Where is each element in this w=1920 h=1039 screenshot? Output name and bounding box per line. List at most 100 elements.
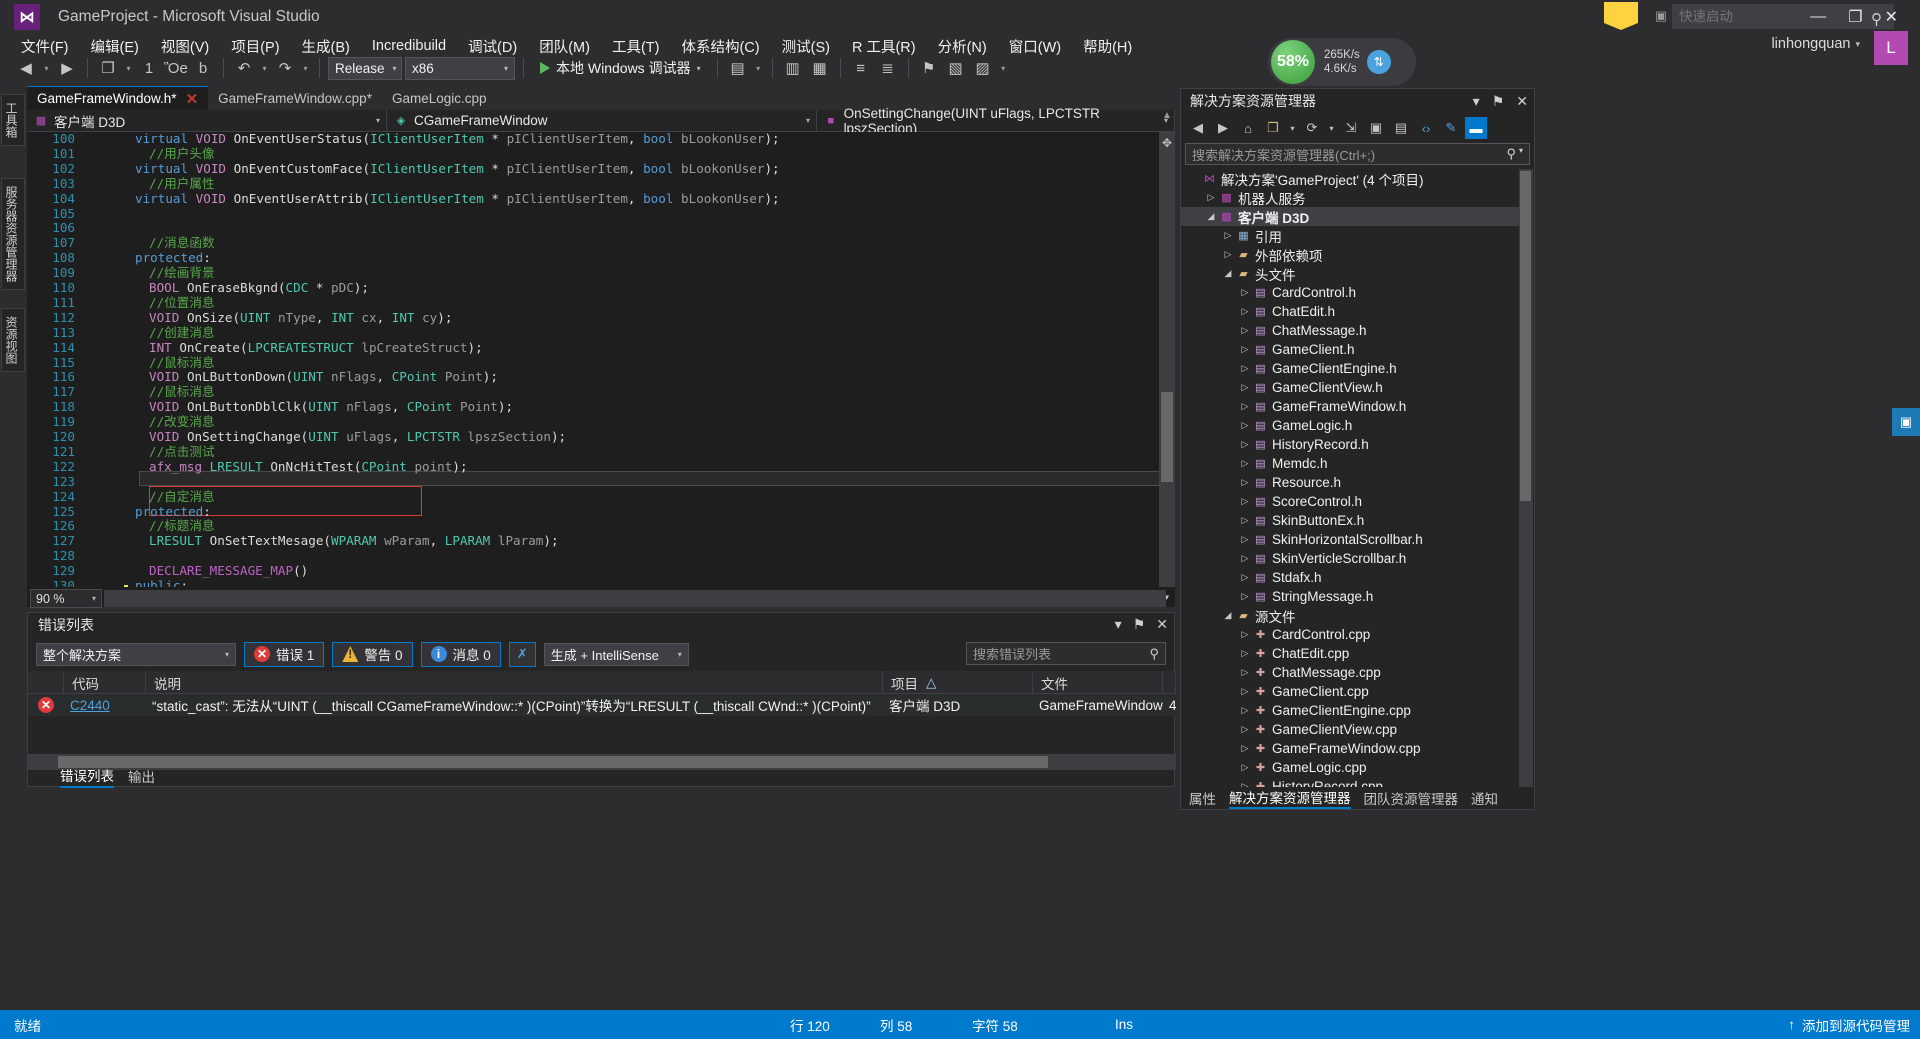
new-project-icon[interactable]: ❐ <box>96 56 120 80</box>
chevron-down-icon[interactable]: ▾ <box>697 64 701 73</box>
search-icon[interactable]: ⚲ <box>1506 146 1516 162</box>
member-scope-combo[interactable]: ■ OnSettingChange(UINT uFlags, LPCTSTR l… <box>817 110 1175 132</box>
refresh-icon[interactable]: ⟳ <box>1301 117 1323 139</box>
start-debug-button[interactable]: 本地 Windows 调试器 ▾ <box>532 56 709 80</box>
bookmark-icon[interactable]: ⚑ <box>917 56 941 80</box>
expand-twisty-icon[interactable]: ▷ <box>1238 306 1252 317</box>
tree-item[interactable]: ▷ ▤ GameClient.h <box>1181 340 1521 359</box>
redo-dropdown-icon[interactable]: ▾ <box>300 64 311 73</box>
error-scope-combo[interactable]: 整个解决方案 ▾ <box>36 643 236 666</box>
outdent-icon[interactable]: ≣ <box>876 56 900 80</box>
tree-item[interactable]: ▷ ✚ GameClientEngine.cpp <box>1181 701 1521 720</box>
error-column-header-1[interactable]: 代码 <box>64 671 146 694</box>
bookmark-prev-icon[interactable]: ▨ <box>971 56 995 80</box>
tree-item[interactable]: ◢ ▰ 头文件 <box>1181 264 1521 283</box>
expand-twisty-icon[interactable]: ▷ <box>1238 477 1252 488</box>
expand-twisty-icon[interactable]: ▷ <box>1238 401 1252 412</box>
editor-tab-1[interactable]: GameFrameWindow.cpp* <box>208 86 382 110</box>
tree-item[interactable]: ◢ ▰ 源文件 <box>1181 606 1521 625</box>
tree-item[interactable]: ▷ ▤ ChatEdit.h <box>1181 302 1521 321</box>
forward-icon[interactable]: ▶ <box>1212 117 1234 139</box>
error-column-header-0[interactable] <box>28 671 64 694</box>
show-all-files-icon[interactable]: ▣ <box>1365 117 1387 139</box>
expand-twisty-icon[interactable]: ▷ <box>1238 325 1252 336</box>
chevron-down-icon[interactable]: ▾ <box>1287 117 1298 139</box>
comment-icon[interactable]: ▥ <box>781 56 805 80</box>
tree-item[interactable]: ▷ ▤ HistoryRecord.h <box>1181 435 1521 454</box>
back-icon[interactable]: ◀ <box>1187 117 1209 139</box>
expand-twisty-icon[interactable]: ▷ <box>1221 230 1235 241</box>
minimize-button[interactable]: — <box>1810 8 1826 26</box>
tree-item[interactable]: ▷ ▤ ScoreControl.h <box>1181 492 1521 511</box>
chevron-down-icon[interactable]: ▾ <box>1326 117 1337 139</box>
undo-dropdown-icon[interactable]: ▾ <box>259 64 270 73</box>
expand-twisty-icon[interactable]: ▷ <box>1238 534 1252 545</box>
tree-item[interactable]: ▷ ▩ 机器人服务 <box>1181 188 1521 207</box>
tree-item[interactable]: ▷ ✚ ChatMessage.cpp <box>1181 663 1521 682</box>
expand-twisty-icon[interactable]: ▷ <box>1238 572 1252 583</box>
tree-item[interactable]: ▷ ✚ HistoryRecord.cpp <box>1181 777 1521 787</box>
close-icon[interactable]: ✕ <box>1156 616 1168 633</box>
tree-item[interactable]: ▷ ▤ ChatMessage.h <box>1181 321 1521 340</box>
expand-twisty-icon[interactable]: ◢ <box>1204 211 1218 222</box>
expand-twisty-icon[interactable]: ▷ <box>1238 553 1252 564</box>
tree-item[interactable]: ▷ ✚ GameClientView.cpp <box>1181 720 1521 739</box>
tree-item[interactable]: ▷ ▤ GameClientEngine.h <box>1181 359 1521 378</box>
tree-item[interactable]: ▷ ▤ Resource.h <box>1181 473 1521 492</box>
configuration-combo[interactable]: Release ▾ <box>328 57 402 80</box>
error-row[interactable]: ✕ C2440 “static_cast”: 无法从“UINT (__thiscal… <box>28 694 1176 716</box>
redo-icon[interactable]: ↷ <box>273 56 297 80</box>
expand-twisty-icon[interactable]: ◢ <box>1221 268 1235 279</box>
tree-item[interactable]: ▷ ▦ 引用 <box>1181 226 1521 245</box>
tree-item[interactable]: ▷ ✚ ChatEdit.cpp <box>1181 644 1521 663</box>
tree-item[interactable]: ▷ ▤ GameLogic.h <box>1181 416 1521 435</box>
close-icon[interactable]: ✕ <box>1516 93 1528 110</box>
team-explorer-badge-icon[interactable]: ▣ <box>1892 408 1920 436</box>
navigate-back-icon[interactable]: ◀ <box>14 56 38 80</box>
source-control-status[interactable]: ↑ 添加到源代码管理 <box>1788 1015 1910 1035</box>
expand-twisty-icon[interactable]: ▷ <box>1238 705 1252 716</box>
expand-twisty-icon[interactable]: ▷ <box>1204 192 1218 203</box>
back-dropdown-icon[interactable]: ▾ <box>41 64 52 73</box>
error-column-header-5[interactable] <box>1163 671 1176 694</box>
feedback-flag-icon[interactable] <box>1604 2 1638 30</box>
dock-tab-0[interactable]: 工具箱 <box>1 94 25 146</box>
expand-twisty-icon[interactable]: ▷ <box>1238 648 1252 659</box>
tree-item[interactable]: ▷ ✚ CardControl.cpp <box>1181 625 1521 644</box>
warnings-filter-button[interactable]: ! 警告 0 <box>332 642 412 667</box>
dock-tab-2[interactable]: 资源视图 <box>1 308 25 372</box>
performance-widget[interactable]: 58% 265K/s 4.6K/s ⇅ <box>1268 38 1416 86</box>
new-dropdown-icon[interactable]: ▾ <box>123 64 134 73</box>
expand-twisty-icon[interactable]: ▷ <box>1238 458 1252 469</box>
solution-bottom-tab-2[interactable]: 团队资源管理器 <box>1364 788 1459 808</box>
search-icon[interactable]: ⚲ <box>1149 646 1159 662</box>
solution-bottom-tab-1[interactable]: 解决方案资源管理器 <box>1229 787 1351 809</box>
undo-icon[interactable]: ↶ <box>232 56 256 80</box>
account-menu[interactable]: linhongquan ▾ <box>1771 36 1860 52</box>
tree-item[interactable]: ▷ ▰ 外部依赖项 <box>1181 245 1521 264</box>
tree-item[interactable]: ▷ ▤ GameFrameWindow.h <box>1181 397 1521 416</box>
code-view-icon[interactable]: ‹› <box>1415 117 1437 139</box>
error-column-header-3[interactable]: 项目 △ <box>883 671 1033 694</box>
expand-twisty-icon[interactable]: ▷ <box>1238 515 1252 526</box>
expand-twisty-icon[interactable]: ▷ <box>1238 667 1252 678</box>
dock-tab-1[interactable]: 服务器资源管理器 <box>1 178 25 290</box>
select-icon[interactable]: ▬ <box>1465 117 1487 139</box>
solution-vertical-scrollbar[interactable] <box>1519 169 1533 787</box>
attach-process-icon[interactable]: ▤ <box>726 56 750 80</box>
tree-item[interactable]: ▷ ▤ SkinHorizontalScrollbar.h <box>1181 530 1521 549</box>
bookmark-next-icon[interactable]: ▧ <box>944 56 968 80</box>
properties-icon[interactable]: ▤ <box>1390 117 1412 139</box>
expand-twisty-icon[interactable]: ▷ <box>1238 382 1252 393</box>
uncomment-icon[interactable]: ▦ <box>808 56 832 80</box>
tree-item[interactable]: ⋈ 解决方案'GameProject' (4 个项目) <box>1181 169 1521 188</box>
expand-twisty-icon[interactable]: ▷ <box>1238 363 1252 374</box>
close-button[interactable]: ✕ <box>1885 7 1898 27</box>
close-icon[interactable]: ✕ <box>186 90 199 108</box>
home-icon[interactable]: ⌂ <box>1237 117 1259 139</box>
tree-item[interactable]: ▷ ▤ Stdafx.h <box>1181 568 1521 587</box>
build-filter-combo[interactable]: 生成 + IntelliSense ▾ <box>544 643 689 666</box>
tree-item[interactable]: ◢ ▩ 客户端 D3D <box>1181 207 1521 226</box>
tree-item[interactable]: ▷ ▤ SkinButtonEx.h <box>1181 511 1521 530</box>
zoom-level-combo[interactable]: 90 % ▾ <box>30 589 102 608</box>
